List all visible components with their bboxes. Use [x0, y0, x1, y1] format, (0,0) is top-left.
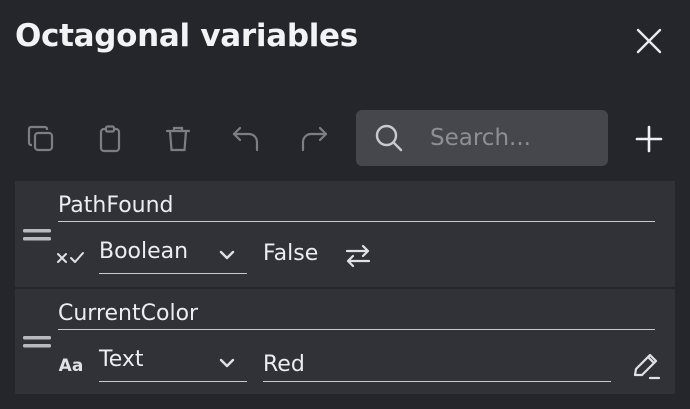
- dialog-title: Octagonal variables: [15, 18, 358, 54]
- search-icon: [375, 124, 403, 152]
- search-box[interactable]: [356, 110, 608, 166]
- boolean-type-icon: [56, 247, 86, 269]
- variable-row: CurrentColor Aa Text Red: [15, 289, 675, 394]
- variable-name-field[interactable]: PathFound: [58, 191, 655, 222]
- undo-icon: [232, 126, 259, 152]
- redo-button[interactable]: [292, 117, 336, 161]
- variable-row: PathFound Boolean False: [15, 181, 675, 287]
- variable-name-field[interactable]: CurrentColor: [58, 299, 655, 330]
- delete-button[interactable]: [156, 117, 200, 161]
- close-button[interactable]: [630, 22, 668, 60]
- edit-icon: [633, 353, 661, 380]
- variable-value-field[interactable]: Red: [263, 347, 611, 382]
- paste-icon: [99, 125, 121, 153]
- chevron-down-icon: [219, 250, 235, 260]
- variable-value: Red: [263, 352, 305, 377]
- text-type-glyph: Aa: [58, 356, 84, 376]
- variables-dialog: Octagonal variables Search... PathFound …: [0, 0, 690, 409]
- chevron-down-icon: [219, 358, 235, 368]
- undo-button[interactable]: [224, 117, 268, 161]
- delete-icon: [165, 126, 191, 152]
- variable-type-dropdown[interactable]: Text: [99, 345, 247, 382]
- text-type-icon: Aa: [56, 355, 86, 377]
- edit-value-button[interactable]: [629, 349, 663, 383]
- toggle-icon: [345, 244, 371, 268]
- add-icon: [635, 125, 663, 153]
- toggle-value-button[interactable]: [341, 239, 375, 273]
- variable-value: False: [263, 241, 319, 266]
- search-input[interactable]: [430, 120, 600, 156]
- redo-icon: [301, 126, 328, 152]
- copy-button[interactable]: [19, 117, 63, 161]
- close-icon: [636, 28, 662, 54]
- variable-type-label: Boolean: [99, 239, 189, 264]
- drag-handle-icon[interactable]: [23, 335, 51, 349]
- variable-type-dropdown[interactable]: Boolean: [99, 237, 247, 274]
- variable-type-label: Text: [99, 347, 144, 372]
- drag-handle-icon[interactable]: [23, 228, 51, 242]
- paste-button[interactable]: [88, 117, 132, 161]
- copy-icon: [27, 125, 54, 152]
- add-variable-button[interactable]: [630, 120, 668, 158]
